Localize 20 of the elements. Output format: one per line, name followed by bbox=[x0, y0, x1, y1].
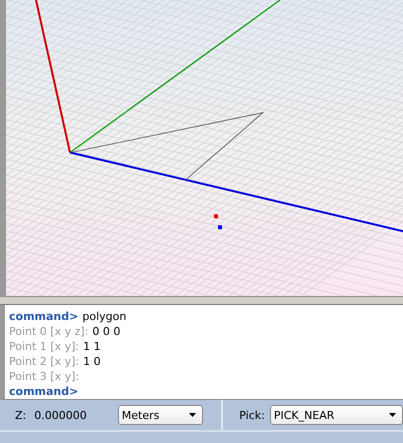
z-label: Z: bbox=[15, 408, 26, 422]
console-prompt: Point 1 [x y]: bbox=[9, 339, 80, 354]
z-value: 0.000000 bbox=[34, 408, 88, 422]
point-marker bbox=[214, 214, 218, 218]
caret-icon bbox=[388, 413, 396, 417]
console-prompt: command> bbox=[9, 309, 78, 324]
console-prompt: Point 2 [x y]: bbox=[9, 354, 80, 369]
console-text: 0 0 0 bbox=[92, 324, 120, 339]
pick-dropdown[interactable]: PICK_NEAR bbox=[270, 405, 403, 425]
console-prompt: Point 3 [x y]: bbox=[9, 369, 80, 384]
console-prompt: Point 0 [x y z]: bbox=[9, 324, 88, 339]
console-text: 1 0 bbox=[83, 354, 101, 369]
units-dropdown[interactable]: Meters bbox=[118, 405, 204, 425]
caret-icon bbox=[189, 413, 196, 417]
point-marker bbox=[218, 225, 222, 230]
console-text: 1 1 bbox=[83, 339, 101, 354]
splitter-handle[interactable] bbox=[0, 297, 403, 305]
pick-label: Pick: bbox=[239, 408, 265, 422]
console-prompt: command> bbox=[9, 384, 78, 399]
console-text: polygon bbox=[82, 309, 126, 324]
